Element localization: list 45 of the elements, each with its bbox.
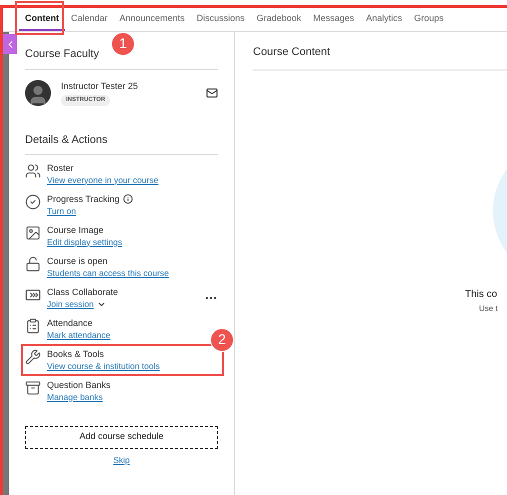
annotation-number: 2 — [210, 328, 234, 352]
archive-box-icon — [25, 380, 41, 396]
item-title: Roster — [47, 162, 74, 174]
item-title: Course is open — [47, 254, 108, 266]
empty-state-hint: Use t — [479, 302, 498, 314]
nav-tab[interactable]: Analytics — [360, 8, 408, 31]
item-title: Books & Tools — [47, 348, 104, 360]
avatar-silhouette — [25, 80, 51, 106]
add-schedule-button[interactable]: Add course schedule — [25, 426, 218, 448]
nav-tab[interactable]: Announcements — [114, 8, 191, 31]
item-title: Class Collaborate — [47, 286, 118, 298]
collaborate-icon — [25, 286, 41, 302]
item-title: Question Banks — [47, 378, 111, 390]
image-icon — [25, 224, 41, 240]
info-icon[interactable] — [122, 194, 133, 204]
check-circle-icon — [25, 194, 41, 210]
nav-tab[interactable]: Groups — [408, 8, 450, 31]
item-link[interactable]: Join session — [47, 298, 94, 310]
annotation-number: 1 — [111, 32, 135, 56]
item-title: Course Image — [47, 224, 104, 236]
instructor-name: Instructor Tester 25 — [61, 80, 138, 92]
item-title: Attendance — [47, 316, 93, 328]
section-heading: Details & Actions — [25, 132, 218, 154]
item-link[interactable]: Turn on — [47, 204, 76, 218]
nav-tab[interactable]: Gradebook — [250, 8, 308, 31]
item-link[interactable]: Mark attendance — [47, 328, 110, 342]
item-link[interactable]: Edit display settings — [47, 236, 122, 248]
item-link[interactable]: View everyone in your course — [47, 174, 158, 186]
empty-state-title: This co — [465, 288, 498, 302]
nav-tab[interactable]: Calendar — [65, 8, 114, 31]
content-heading: Course Content — [253, 44, 507, 70]
item-link[interactable]: View course & institution tools — [47, 360, 160, 372]
clipboard-icon — [25, 318, 41, 334]
unlocked-padlock-icon — [25, 256, 41, 272]
nav-tab[interactable]: Content — [19, 8, 65, 31]
mail-icon[interactable] — [206, 86, 218, 99]
item-link[interactable]: Students can access this course — [47, 266, 169, 280]
nav-tab[interactable]: Discussions — [190, 8, 251, 31]
item-link[interactable]: Manage banks — [47, 390, 103, 404]
nav-tab[interactable]: Messages — [307, 8, 360, 31]
item-title: Progress Tracking — [47, 192, 120, 204]
people-icon — [25, 162, 41, 178]
skip-link[interactable]: Skip — [113, 454, 130, 466]
wrench-icon — [25, 348, 41, 364]
highlight-frame — [15, 0, 64, 35]
